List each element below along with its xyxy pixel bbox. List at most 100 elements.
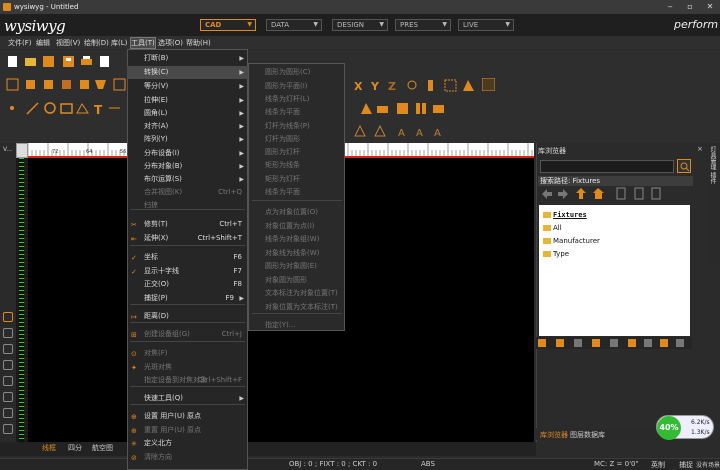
save-icon[interactable] <box>42 55 55 68</box>
tools-menu-item[interactable]: 阵列(Y) ▶ <box>127 133 248 146</box>
rectangle-icon[interactable] <box>60 102 73 115</box>
library-close-button[interactable]: × <box>697 145 703 153</box>
snap-tool-icon[interactable] <box>3 344 13 354</box>
tree-node-all[interactable]: All <box>543 224 562 232</box>
tag-tool-icon[interactable] <box>3 376 13 386</box>
shape-icon[interactable] <box>94 78 107 91</box>
mode-data[interactable]: DATA ▼ <box>266 19 322 31</box>
spot-icon[interactable] <box>354 125 367 138</box>
tab-quad[interactable]: 四分 <box>68 443 82 453</box>
side-tab-1[interactable]: 灯具管理 <box>708 146 717 170</box>
y-axis-icon[interactable]: Y <box>369 79 382 92</box>
mode-pres[interactable]: PRES ▼ <box>395 19 451 31</box>
mode-cad[interactable]: CAD ▼ <box>200 19 256 31</box>
back-arrow-icon[interactable] <box>541 188 553 200</box>
tab-wireframe[interactable]: 线框 <box>42 443 56 453</box>
print-icon[interactable] <box>80 55 93 68</box>
lamp-icon[interactable] <box>424 79 437 92</box>
forward-arrow-icon[interactable] <box>557 188 569 200</box>
menu-library[interactable]: 库(L) <box>111 38 127 48</box>
focus-b-icon[interactable]: A <box>414 125 427 138</box>
save-as-icon[interactable] <box>62 55 75 68</box>
side-tab-2[interactable]: 插件 <box>708 172 717 184</box>
tools-menu-item[interactable]: ✓ 坐标 F6 <box>127 251 248 264</box>
focus-c-icon[interactable]: A <box>432 125 445 138</box>
line-icon[interactable] <box>26 102 39 115</box>
tools-menu-item[interactable]: ⇤ 延伸(X) Ctrl+Shift+T <box>127 232 248 245</box>
tree-node-fixtures[interactable]: Fixtures <box>543 211 587 219</box>
open-folder-icon[interactable] <box>24 55 37 68</box>
tab-aerial[interactable]: 航空图 <box>92 443 113 453</box>
menu-options[interactable]: 选项(O) <box>158 38 183 48</box>
frame-icon[interactable] <box>482 78 495 91</box>
point-icon[interactable] <box>6 102 19 115</box>
dimension-icon[interactable] <box>108 102 121 115</box>
tools-menu-item[interactable]: 拉伸(E) ▶ <box>127 94 248 107</box>
menu-help[interactable]: 帮助(H) <box>186 38 211 48</box>
cube-solid-icon[interactable] <box>42 78 55 91</box>
tools-menu-item[interactable]: 正交(O) F8 <box>127 278 248 291</box>
circle-icon[interactable] <box>44 102 57 115</box>
truss-icon[interactable] <box>60 78 73 91</box>
x-axis-icon[interactable]: X <box>352 79 365 92</box>
scene-icon[interactable] <box>113 78 126 91</box>
tools-menu-item[interactable]: 分布设备(I) ▶ <box>127 147 248 160</box>
menu-draw[interactable]: 绘制(D) <box>84 38 109 48</box>
mode-live[interactable]: LIVE ▼ <box>458 19 514 31</box>
focus-a-icon[interactable]: A <box>396 125 409 138</box>
text-icon[interactable]: T <box>92 102 105 115</box>
photo-icon[interactable] <box>432 102 445 115</box>
lock-tool-icon[interactable] <box>3 424 13 434</box>
tools-menu-item[interactable]: ✳ 定义北方 <box>127 437 248 450</box>
search-icon[interactable] <box>677 159 691 173</box>
beam-icon[interactable] <box>374 125 387 138</box>
tools-menu-item[interactable]: ✓ 显示十字线 F7 <box>127 265 248 278</box>
z-axis-icon[interactable]: Z <box>386 79 399 92</box>
tab-layer-database[interactable]: 图层数据库 <box>570 430 605 440</box>
polygon-icon[interactable] <box>76 102 89 115</box>
tools-menu-item[interactable]: 打断(B) ▶ <box>127 52 248 65</box>
maximize-button[interactable]: ▫ <box>680 0 700 14</box>
tree-node-manufacturer[interactable]: Manufacturer <box>543 237 600 245</box>
tab-library-browser[interactable]: 库浏览器 <box>540 430 568 440</box>
minimize-button[interactable]: ‒ <box>660 0 680 14</box>
tools-menu-item[interactable]: 对齐(A) ▶ <box>127 120 248 133</box>
floor-icon[interactable] <box>396 102 409 115</box>
mode-design[interactable]: DESIGN ▼ <box>332 19 388 31</box>
home-icon[interactable] <box>592 187 605 200</box>
star-tool-icon[interactable] <box>3 312 13 322</box>
up-arrow-icon[interactable] <box>575 187 587 200</box>
triangle-icon[interactable] <box>462 79 475 92</box>
export-icon[interactable] <box>98 55 111 68</box>
camera-icon[interactable] <box>376 102 389 115</box>
import-icon[interactable] <box>633 187 645 200</box>
cube-icon[interactable] <box>24 78 37 91</box>
library-search-input[interactable] <box>540 160 674 173</box>
copy-icon[interactable] <box>615 187 627 200</box>
menu-file[interactable]: 文件(F) <box>8 38 32 48</box>
tools-menu-item[interactable]: ✂ 修剪(T) Ctrl+T <box>127 218 248 231</box>
menu-tools[interactable]: 工具(T) <box>130 37 156 49</box>
tools-menu-item[interactable]: 分布对象(B) ▶ <box>127 160 248 173</box>
delete-icon[interactable] <box>650 187 662 200</box>
close-button[interactable]: ✕ <box>700 0 720 14</box>
box-select-icon[interactable] <box>6 78 19 91</box>
tools-menu-item[interactable]: ⊕ 设置 用户(U) 原点 <box>127 410 248 423</box>
layer-tool-icon[interactable] <box>3 328 13 338</box>
tools-menu-item[interactable]: 等分(V) ▶ <box>127 80 248 93</box>
measure-tool-icon[interactable] <box>3 392 13 402</box>
rotate-icon[interactable] <box>406 79 419 92</box>
menu-edit[interactable]: 编辑 <box>36 38 50 48</box>
new-file-icon[interactable] <box>6 55 19 68</box>
grid-tool-icon[interactable] <box>3 408 13 418</box>
tools-menu-item[interactable]: 圆角(L) ▶ <box>127 107 248 120</box>
stage-icon[interactable] <box>360 102 373 115</box>
tools-menu-item[interactable]: 转换(C) ▶ <box>127 66 248 79</box>
menu-view[interactable]: 视图(V) <box>56 38 80 48</box>
tools-menu-item[interactable]: 布尔运算(S) ▶ <box>127 173 248 186</box>
grid-icon[interactable] <box>444 79 457 92</box>
point-tool-icon[interactable] <box>3 360 13 370</box>
tree-node-type[interactable]: Type <box>543 250 569 258</box>
block-icon[interactable] <box>78 78 91 91</box>
curtain-icon[interactable] <box>414 102 427 115</box>
